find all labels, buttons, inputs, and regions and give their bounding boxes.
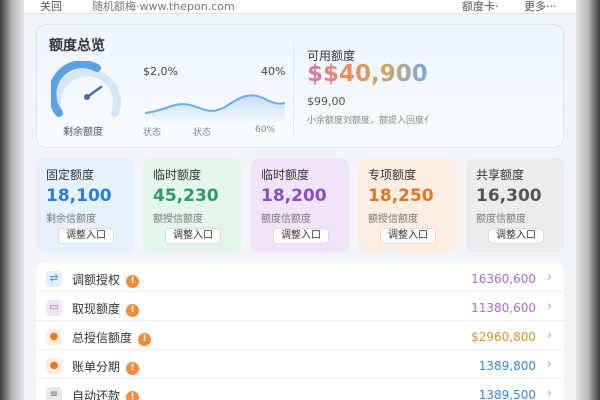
app-screen: 关回 随机额梅·www.thepon.com 额度卡· 更多··· 额度总览 剩… bbox=[24, 0, 576, 400]
cash-icon: ▭ bbox=[46, 300, 62, 316]
tile-shared-quota[interactable]: 共享额度 16,300 额度信额度 调整入口 bbox=[466, 158, 564, 252]
list-item-value: 1389,500 bbox=[478, 388, 536, 400]
list-item-label: 取现额度 bbox=[72, 302, 121, 316]
list-item-value: 1389,800 bbox=[478, 359, 536, 373]
more-button[interactable]: 更多··· bbox=[524, 0, 557, 14]
tile-temp-quota-2[interactable]: 临时额度 18,200 额度信额度 调整入口 bbox=[251, 158, 349, 252]
tile-title: 临时额度 bbox=[153, 168, 202, 182]
tile-sub: 额授信额度 bbox=[153, 214, 203, 225]
chevron-right-icon: › bbox=[546, 328, 552, 343]
tile-title: 固定额度 bbox=[46, 168, 95, 182]
card-menu-button[interactable]: 额度卡· bbox=[462, 0, 499, 14]
adjust-button[interactable]: 调整入口 bbox=[488, 228, 544, 244]
tile-sub: 额授信额度 bbox=[368, 214, 418, 225]
back-button[interactable]: 关回 bbox=[40, 0, 62, 14]
chevron-right-icon: › bbox=[546, 270, 552, 285]
tile-value: 18,250 bbox=[368, 186, 434, 206]
list-item-auto-repay[interactable]: ≡ 自动还款! 1389,500 › bbox=[36, 382, 564, 400]
list-item-label: 自动还款 bbox=[72, 389, 121, 400]
chevron-right-icon: › bbox=[546, 386, 552, 400]
list-item-label: 调额授权 bbox=[72, 273, 121, 287]
list-item-value: $2960,800 bbox=[471, 330, 536, 344]
tile-title: 专项额度 bbox=[368, 168, 417, 182]
adjust-button[interactable]: 调整入口 bbox=[58, 228, 114, 244]
list-item-total-credit[interactable]: ● 总授信额度! $2960,800 › bbox=[36, 324, 564, 350]
warning-icon: ! bbox=[126, 275, 140, 288]
tile-value: 16,300 bbox=[476, 186, 542, 206]
axis-label-1: 状态 bbox=[143, 128, 162, 138]
list-item-cash-quota[interactable]: ▭ 取现额度! 11380,600 › bbox=[36, 295, 564, 321]
tile-sub: 剩余信额度 bbox=[46, 214, 96, 225]
site-title: 随机额梅·www.thepon.com bbox=[92, 0, 235, 13]
tile-special-quota[interactable]: 专项额度 18,250 额授信额度 调整入口 bbox=[358, 158, 456, 252]
transfer-icon: ⇄ bbox=[46, 271, 62, 287]
tile-temp-quota[interactable]: 临时额度 45,230 额授信额度 调整入口 bbox=[143, 158, 241, 252]
quota-tiles: 固定额度 18,100 剩余信额度 调整入口 临时额度 45,230 额授信额度… bbox=[36, 158, 564, 252]
trend-wave bbox=[145, 94, 285, 123]
user-icon: ● bbox=[46, 329, 62, 345]
summary-title: 额度总览 bbox=[49, 38, 105, 54]
chevron-right-icon: › bbox=[546, 299, 552, 314]
tile-title: 共享额度 bbox=[476, 168, 525, 182]
axis-label-2: 状态 bbox=[193, 128, 212, 138]
adjust-button[interactable]: 调整入口 bbox=[165, 228, 221, 244]
adjust-button[interactable]: 调整入口 bbox=[380, 228, 436, 244]
list-item-adjust-auth[interactable]: ⇄ 调额授权! 16360,600 › bbox=[36, 266, 564, 292]
tile-value: 18,200 bbox=[261, 186, 327, 206]
available-amount: $$40,900 bbox=[307, 61, 428, 87]
adjust-button[interactable]: 调整入口 bbox=[273, 228, 329, 244]
warning-icon: ! bbox=[138, 333, 152, 346]
rate-left: $2,0% bbox=[143, 65, 178, 78]
warning-icon: ! bbox=[126, 391, 140, 400]
quota-list: ⇄ 调额授权! 16360,600 › ▭ 取现额度! 11380,600 › … bbox=[36, 262, 564, 400]
available-note: 小余额度刘额度，额提入回度亻 bbox=[307, 116, 434, 126]
list-item-label: 账单分期 bbox=[72, 360, 121, 374]
tile-title: 临时额度 bbox=[261, 168, 310, 182]
chevron-right-icon: › bbox=[546, 357, 552, 372]
quota-summary-card: 额度总览 剩余额度 $2,0% 40% 状态 状态 60% 可用额度 $$40,… bbox=[36, 24, 564, 148]
list-icon: ≡ bbox=[46, 387, 62, 400]
list-item-value: 11380,600 bbox=[471, 301, 536, 315]
rate-right: 40% bbox=[261, 65, 286, 78]
tile-sub: 额度信额度 bbox=[261, 214, 311, 225]
list-item-value: 16360,600 bbox=[471, 272, 536, 286]
warning-icon: ! bbox=[126, 362, 140, 375]
tile-sub: 额度信额度 bbox=[476, 214, 526, 225]
available-sub: $99,00 bbox=[307, 95, 346, 108]
list-item-installment[interactable]: ● 账单分期! 1389,800 › bbox=[36, 353, 564, 379]
list-item-label: 总授信额度 bbox=[72, 331, 133, 345]
tile-fixed-quota[interactable]: 固定额度 18,100 剩余信额度 调整入口 bbox=[36, 158, 134, 252]
axis-label-3: 60% bbox=[255, 125, 276, 135]
tile-value: 18,100 bbox=[46, 186, 112, 206]
gauge-icon bbox=[51, 61, 121, 117]
divider bbox=[293, 43, 294, 135]
top-bar: 关回 随机额梅·www.thepon.com 额度卡· 更多··· bbox=[24, 0, 576, 14]
gauge-label: 剩余额度 bbox=[63, 127, 103, 138]
tile-value: 45,230 bbox=[153, 186, 219, 206]
person-icon: ● bbox=[46, 358, 62, 374]
warning-icon: ! bbox=[126, 304, 140, 317]
